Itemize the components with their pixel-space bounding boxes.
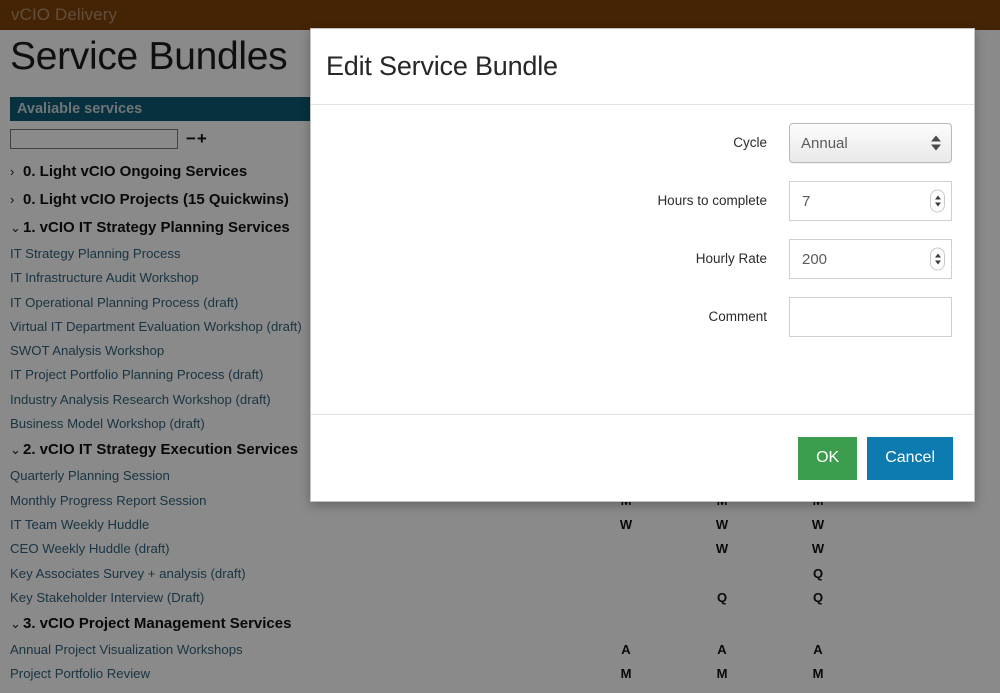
dialog-footer: OK Cancel bbox=[311, 414, 974, 501]
field-row-cycle: Cycle Annual bbox=[311, 123, 952, 163]
ok-button[interactable]: OK bbox=[798, 436, 858, 480]
dialog-header: Edit Service Bundle bbox=[311, 29, 974, 105]
comment-label: Comment bbox=[708, 309, 767, 324]
hours-label: Hours to complete bbox=[657, 193, 767, 208]
dialog-body: Cycle Annual Hours to complete Hourly Ra… bbox=[311, 105, 974, 414]
field-row-rate: Hourly Rate bbox=[311, 239, 952, 279]
comment-input[interactable] bbox=[789, 297, 952, 337]
hours-input[interactable] bbox=[789, 181, 952, 221]
hours-control bbox=[789, 181, 952, 221]
cycle-select[interactable]: Annual bbox=[789, 123, 952, 163]
edit-service-bundle-dialog: Edit Service Bundle Cycle Annual Hours t… bbox=[310, 28, 975, 502]
cycle-control: Annual bbox=[789, 123, 952, 163]
comment-control bbox=[789, 297, 952, 337]
hours-stepper-icon[interactable] bbox=[930, 189, 945, 213]
rate-stepper-icon[interactable] bbox=[930, 247, 945, 271]
cycle-label: Cycle bbox=[733, 135, 767, 150]
field-row-hours: Hours to complete bbox=[311, 181, 952, 221]
field-row-comment: Comment bbox=[311, 297, 952, 337]
rate-input[interactable] bbox=[789, 239, 952, 279]
cancel-button[interactable]: Cancel bbox=[867, 436, 953, 480]
dialog-title: Edit Service Bundle bbox=[326, 51, 558, 81]
rate-control bbox=[789, 239, 952, 279]
rate-label: Hourly Rate bbox=[695, 251, 767, 266]
